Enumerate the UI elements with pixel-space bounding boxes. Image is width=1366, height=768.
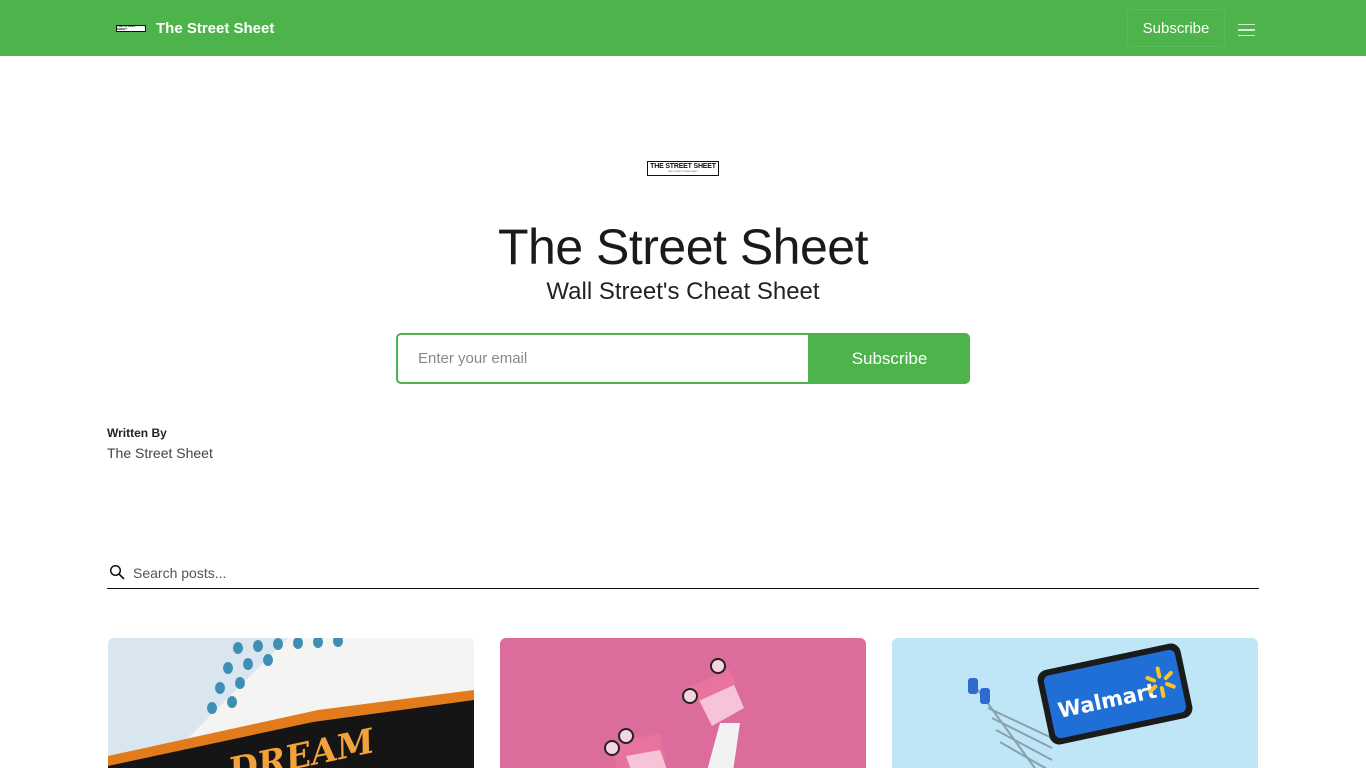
subscribe-button[interactable]: Subscribe — [809, 333, 970, 384]
roller-skates-thumbnail — [500, 638, 866, 768]
hamburger-icon[interactable] — [1236, 18, 1258, 38]
author-link[interactable]: The Street Sheet — [107, 445, 213, 461]
search-bar — [107, 558, 1259, 589]
written-by-label: Written By — [107, 426, 167, 440]
email-input[interactable] — [396, 333, 809, 384]
post-card-cruise[interactable]: DREAM — [108, 638, 474, 768]
publication-logo: THE STREET SHEET WALL STREET'S CHEAT SHE… — [647, 161, 719, 176]
publication-subtitle: Wall Street's Cheat Sheet — [546, 278, 820, 305]
top-navbar: THE STREET SHEET The Street Sheet Subscr… — [0, 0, 1366, 56]
search-input[interactable] — [133, 560, 1233, 586]
cruise-ship-thumbnail: DREAM — [108, 638, 474, 768]
logo-line-1: THE STREET SHEET — [650, 163, 716, 170]
publication-title: The Street Sheet — [497, 219, 869, 275]
post-card-skates[interactable] — [500, 638, 866, 768]
brand-logo: THE STREET SHEET — [116, 24, 146, 32]
subscribe-form: Subscribe — [396, 333, 970, 384]
search-icon — [109, 564, 127, 582]
walmart-cart-thumbnail: Walmart — [892, 638, 1258, 768]
brand-link[interactable]: THE STREET SHEET The Street Sheet — [116, 0, 274, 56]
brand-logo-text: THE STREET SHEET — [117, 24, 136, 31]
brand-name: The Street Sheet — [156, 19, 275, 37]
post-card-walmart[interactable]: Walmart — [892, 638, 1258, 768]
nav-subscribe-button[interactable]: Subscribe — [1128, 10, 1224, 46]
logo-line-2: WALL STREET'S CHEAT SHEET — [668, 171, 698, 173]
